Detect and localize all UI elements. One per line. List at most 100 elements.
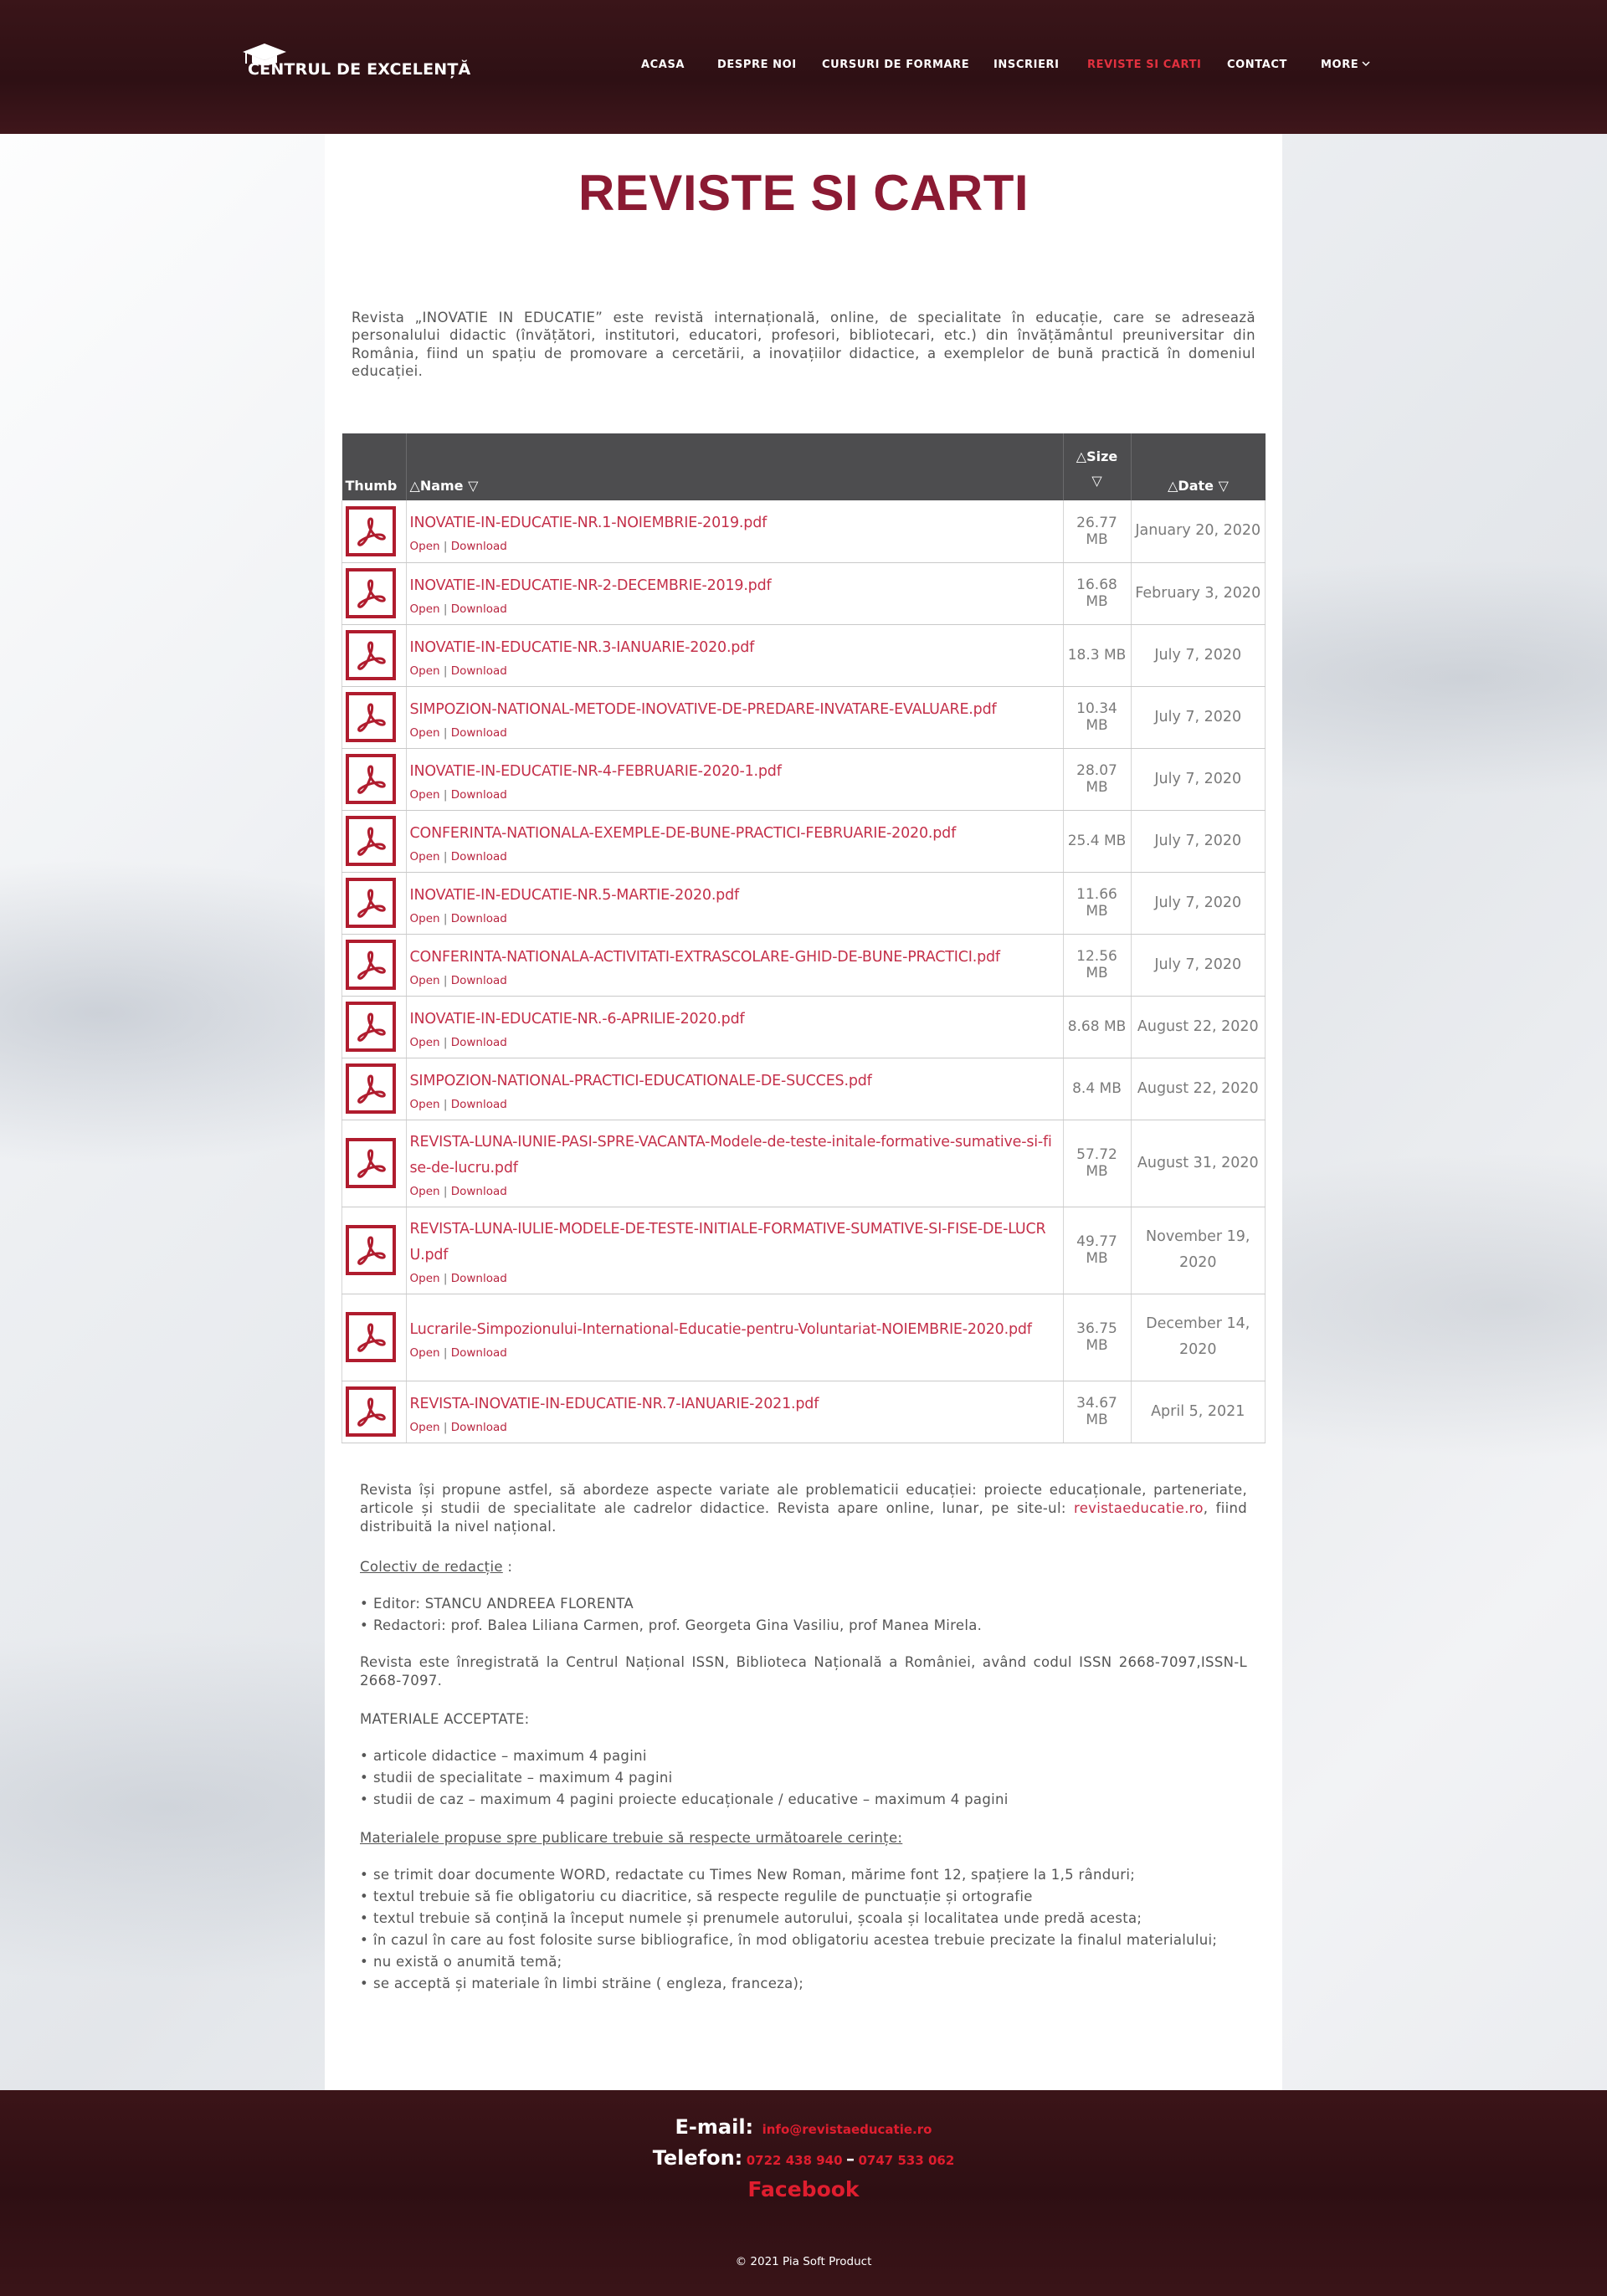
pdf-icon[interactable] — [346, 754, 396, 804]
open-link[interactable]: Open — [410, 602, 440, 616]
open-link[interactable]: Open — [410, 912, 440, 925]
file-name-link[interactable]: INOVATIE-IN-EDUCATIE-NR.5-MARTIE-2020.pd… — [410, 883, 1060, 909]
issn-paragraph: Revista este înregistrată la Centrul Naț… — [360, 1654, 1247, 1689]
nav-item-acasa[interactable]: ACASA — [641, 59, 685, 71]
pdf-icon[interactable] — [346, 1138, 396, 1188]
file-name-link[interactable]: INOVATIE-IN-EDUCATIE-NR.-6-APRILIE-2020.… — [410, 1007, 1060, 1033]
sort-up-icon[interactable]: △ — [1076, 448, 1086, 464]
sort-down-icon[interactable]: ▽ — [1064, 473, 1131, 489]
open-link[interactable]: Open — [410, 974, 440, 987]
file-name-link[interactable]: INOVATIE-IN-EDUCATIE-NR.1-NOIEMBRIE-2019… — [410, 510, 1060, 536]
site-link[interactable]: revistaeducatie.ro — [1074, 1500, 1204, 1516]
open-link[interactable]: Open — [410, 1036, 440, 1049]
open-link[interactable]: Open — [410, 1185, 440, 1198]
download-link[interactable]: Download — [451, 912, 507, 925]
file-name-link[interactable]: CONFERINTA-NATIONALA-EXEMPLE-DE-BUNE-PRA… — [410, 821, 1060, 847]
download-link[interactable]: Download — [451, 540, 507, 553]
sort-up-icon[interactable]: △ — [410, 478, 420, 494]
pdf-icon[interactable] — [346, 505, 396, 556]
nav-item-contact[interactable]: CONTACT — [1227, 59, 1287, 71]
download-link[interactable]: Download — [451, 602, 507, 616]
file-name-link[interactable]: INOVATIE-IN-EDUCATIE-NR-4-FEBRUARIE-2020… — [410, 759, 1060, 785]
download-link[interactable]: Download — [451, 850, 507, 864]
file-name-link[interactable]: REVISTA-LUNA-IUNIE-PASI-SPRE-VACANTA-Mod… — [410, 1130, 1060, 1181]
pdf-icon[interactable] — [346, 1063, 396, 1114]
open-link[interactable]: Open — [410, 850, 440, 864]
download-link[interactable]: Download — [451, 726, 507, 740]
pdf-icon[interactable] — [346, 692, 396, 742]
pdf-icon[interactable] — [346, 630, 396, 680]
pdf-icon[interactable] — [346, 1225, 396, 1275]
file-name-link[interactable]: REVISTA-INOVATIE-IN-EDUCATIE-NR.7-IANUAR… — [410, 1391, 1060, 1417]
download-link[interactable]: Download — [451, 974, 507, 987]
requirements-heading: Materialele propuse spre publicare trebu… — [360, 1829, 1247, 1848]
footer-email-row: E-mail: info@revistaeducatie.ro — [0, 2115, 1607, 2139]
table-row: CONFERINTA-NATIONALA-EXEMPLE-DE-BUNE-PRA… — [341, 810, 1266, 873]
column-date[interactable]: △Date ▽ — [1130, 433, 1266, 500]
open-link[interactable]: Open — [410, 664, 440, 678]
copyright-text: © 2021 Pia Soft Product — [735, 2255, 872, 2268]
open-link[interactable]: Open — [410, 1346, 440, 1360]
sort-up-icon[interactable]: △ — [1168, 478, 1178, 494]
nav-item-cursuri-de-formare[interactable]: CURSURI DE FORMARE — [822, 59, 969, 71]
size-cell: 11.66 MB — [1063, 872, 1132, 935]
file-name-link[interactable]: INOVATIE-IN-EDUCATIE-NR.3-IANUARIE-2020.… — [410, 635, 1060, 661]
list-item: textul trebuie să conțină la început num… — [360, 1908, 1247, 1930]
pdf-icon[interactable] — [346, 1386, 396, 1437]
nav-item-more[interactable]: MORE — [1321, 59, 1371, 71]
file-name-link[interactable]: SIMPOZION-NATIONAL-PRACTICI-EDUCATIONALE… — [410, 1069, 1060, 1094]
open-link[interactable]: Open — [410, 1272, 440, 1285]
nav-item-reviste-si-carti[interactable]: REVISTE SI CARTI — [1087, 59, 1201, 71]
date-cell: August 22, 2020 — [1131, 996, 1266, 1058]
open-link[interactable]: Open — [410, 788, 440, 802]
file-name-link[interactable]: INOVATIE-IN-EDUCATIE-NR-2-DECEMBRIE-2019… — [410, 573, 1060, 599]
materials-list: articole didactice – maximum 4 pagini st… — [360, 1745, 1247, 1811]
sort-down-icon[interactable]: ▽ — [1219, 478, 1229, 494]
file-name-link[interactable]: REVISTA-LUNA-IULIE-MODELE-DE-TESTE-INITI… — [410, 1217, 1060, 1268]
size-cell: 34.67 MB — [1063, 1381, 1132, 1443]
download-link[interactable]: Download — [451, 1346, 507, 1360]
open-link[interactable]: Open — [410, 726, 440, 740]
sort-down-icon[interactable]: ▽ — [468, 478, 478, 494]
download-link[interactable]: Download — [451, 1036, 507, 1049]
pdf-icon[interactable] — [346, 1312, 396, 1362]
file-actions: Open | Download — [410, 912, 1060, 925]
nav-item-inscrieri[interactable]: INSCRIERI — [993, 59, 1060, 71]
file-name-link[interactable]: CONFERINTA-NATIONALA-ACTIVITATI-EXTRASCO… — [410, 945, 1060, 971]
column-name[interactable]: △Name ▽ — [405, 433, 1063, 500]
file-actions: Open | Download — [410, 1036, 1060, 1049]
download-link[interactable]: Download — [451, 1098, 507, 1111]
facebook-link[interactable]: Facebook — [747, 2177, 859, 2201]
download-link[interactable]: Download — [451, 1185, 507, 1198]
editorial-heading: Colectiv de redacție : — [360, 1558, 1247, 1576]
pdf-icon[interactable] — [346, 816, 396, 866]
table-row: INOVATIE-IN-EDUCATIE-NR.3-IANUARIE-2020.… — [341, 624, 1266, 687]
file-name-link[interactable]: SIMPOZION-NATIONAL-METODE-INOVATIVE-DE-P… — [410, 697, 1060, 723]
download-link[interactable]: Download — [451, 788, 507, 802]
download-link[interactable]: Download — [451, 1272, 507, 1285]
open-link[interactable]: Open — [410, 1421, 440, 1434]
phone-link-2[interactable]: 0747 533 062 — [858, 2153, 954, 2168]
download-link[interactable]: Download — [451, 1421, 507, 1434]
open-link[interactable]: Open — [410, 1098, 440, 1111]
file-actions: Open | Download — [410, 850, 1060, 864]
table-row: INOVATIE-IN-EDUCATIE-NR-4-FEBRUARIE-2020… — [341, 748, 1266, 811]
pdf-icon[interactable] — [346, 940, 396, 990]
pdf-icon[interactable] — [346, 878, 396, 928]
nav-item-despre-noi[interactable]: DESPRE NOI — [717, 59, 797, 71]
file-table: Thumb △Name ▽ △Size ▽ △Date ▽ INOVATIE-I… — [341, 433, 1266, 1443]
table-row: INOVATIE-IN-EDUCATIE-NR.-6-APRILIE-2020.… — [341, 996, 1266, 1058]
file-name-link[interactable]: Lucrarile-Simpozionului-International-Ed… — [410, 1317, 1060, 1343]
download-link[interactable]: Download — [451, 664, 507, 678]
open-link[interactable]: Open — [410, 540, 440, 553]
size-cell: 57.72 MB — [1063, 1120, 1132, 1207]
pdf-icon[interactable] — [346, 568, 396, 618]
email-link[interactable]: info@revistaeducatie.ro — [762, 2122, 932, 2137]
phone-link-1[interactable]: 0722 438 940 — [747, 2153, 843, 2168]
pdf-icon[interactable] — [346, 1002, 396, 1052]
editorial-list: Editor: STANCU ANDREEA FLORENTA Redactor… — [360, 1593, 1247, 1637]
column-size[interactable]: △Size ▽ — [1062, 433, 1131, 500]
table-row: INOVATIE-IN-EDUCATIE-NR-2-DECEMBRIE-2019… — [341, 562, 1266, 625]
table-row: INOVATIE-IN-EDUCATIE-NR.1-NOIEMBRIE-2019… — [341, 500, 1266, 563]
name-cell: INOVATIE-IN-EDUCATIE-NR-2-DECEMBRIE-2019… — [406, 562, 1064, 625]
